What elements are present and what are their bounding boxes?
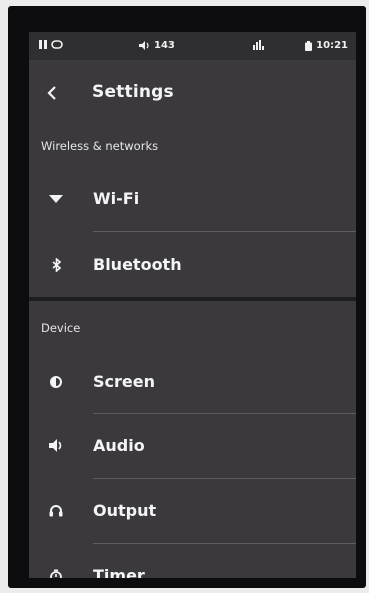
screen: 143 10:21 Settings Wireless & networks W…: [29, 32, 356, 578]
clock: 10:21: [316, 40, 348, 51]
settings-item-bluetooth[interactable]: Bluetooth: [29, 232, 356, 297]
speaker-icon: [48, 439, 61, 452]
settings-item-label: Screen: [93, 372, 155, 391]
speaker-small-icon: [139, 41, 149, 50]
volume-indicator: 143: [139, 40, 175, 51]
loop-icon: [51, 40, 63, 49]
settings-item-label: Wi-Fi: [93, 189, 140, 208]
settings-item-screen[interactable]: Screen: [29, 349, 356, 414]
timer-icon: [50, 569, 62, 578]
settings-item-timer[interactable]: Timer: [29, 543, 356, 578]
section-separator: [29, 297, 356, 301]
battery-icon: [305, 40, 313, 51]
chevron-left-icon: [47, 86, 56, 100]
bluetooth-icon: [51, 257, 61, 272]
brightness-icon: [50, 375, 62, 388]
app-header: Settings: [29, 60, 356, 128]
status-bar: 143 10:21: [29, 32, 356, 60]
pause-icon: [39, 40, 47, 49]
volume-value: 143: [154, 40, 175, 51]
device-frame: 143 10:21 Settings Wireless & networks W…: [0, 0, 369, 593]
settings-item-label: Timer: [93, 566, 145, 578]
headphones-icon: [49, 505, 63, 517]
settings-item-output[interactable]: Output: [29, 478, 356, 543]
settings-item-label: Output: [93, 501, 157, 520]
settings-item-label: Bluetooth: [93, 255, 182, 274]
equalizer-indicator: [253, 40, 264, 50]
section-header-device: Device: [29, 310, 356, 346]
page-title: Settings: [92, 82, 174, 102]
battery-clock: 10:21: [305, 40, 348, 51]
settings-item-label: Audio: [93, 436, 145, 455]
settings-item-wifi[interactable]: Wi-Fi: [29, 166, 356, 231]
settings-item-audio[interactable]: Audio: [29, 413, 356, 478]
section-header-wireless: Wireless & networks: [29, 128, 356, 164]
playback-status: [39, 40, 63, 49]
wifi-icon: [49, 194, 63, 203]
back-button[interactable]: [37, 76, 67, 110]
equalizer-icon: [253, 40, 264, 50]
